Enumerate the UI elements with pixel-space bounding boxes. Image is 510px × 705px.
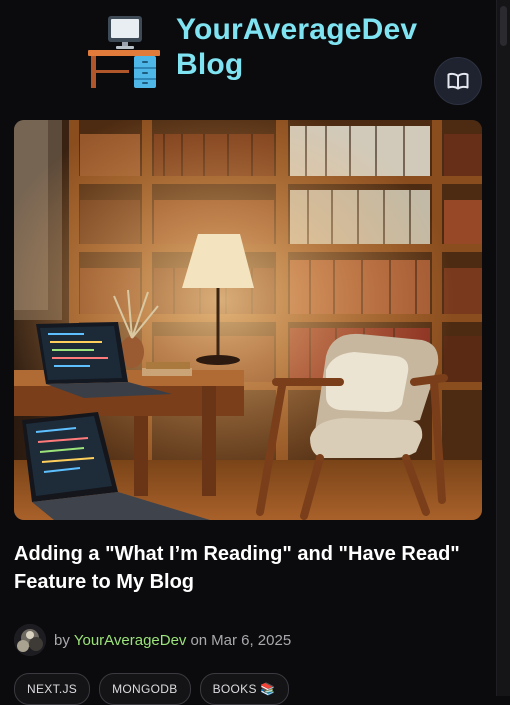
post-date: Mar 6, 2025 xyxy=(211,631,292,649)
byline-prefix: by xyxy=(54,631,70,649)
post-tags: NEXT.JS MONGODB BOOKS 📚 xyxy=(14,673,289,705)
avatar-image-icon xyxy=(14,624,46,656)
author-avatar[interactable] xyxy=(14,624,46,656)
tag-books[interactable]: BOOKS 📚 xyxy=(199,673,289,705)
date-prefix: on xyxy=(190,631,208,649)
scrollbar-thumb[interactable] xyxy=(500,6,507,46)
open-book-icon xyxy=(447,72,469,90)
site-title[interactable]: YourAverageDev Blog xyxy=(176,12,417,82)
page-scrollbar[interactable] xyxy=(496,0,510,696)
blog-page: YourAverageDev Blog Adding a "What I’m R… xyxy=(0,0,497,705)
author-link[interactable]: YourAverageDev xyxy=(74,632,187,649)
site-title-line1: YourAverageDev xyxy=(176,13,418,46)
post-title[interactable]: Adding a "What I’m Reading" and "Have Re… xyxy=(14,540,484,596)
desk-computer-icon[interactable] xyxy=(86,14,162,90)
tag-mongodb[interactable]: MONGODB xyxy=(99,673,191,705)
post-cover-image[interactable] xyxy=(14,120,482,520)
post-byline: by YourAverageDev on Mar 6, 2025 xyxy=(14,624,291,656)
library-reading-nook-image xyxy=(14,120,482,520)
reading-list-button[interactable] xyxy=(434,57,482,105)
tag-nextjs[interactable]: NEXT.JS xyxy=(14,673,91,705)
site-title-line2: Blog xyxy=(176,48,244,81)
site-header: YourAverageDev Blog xyxy=(0,0,497,110)
